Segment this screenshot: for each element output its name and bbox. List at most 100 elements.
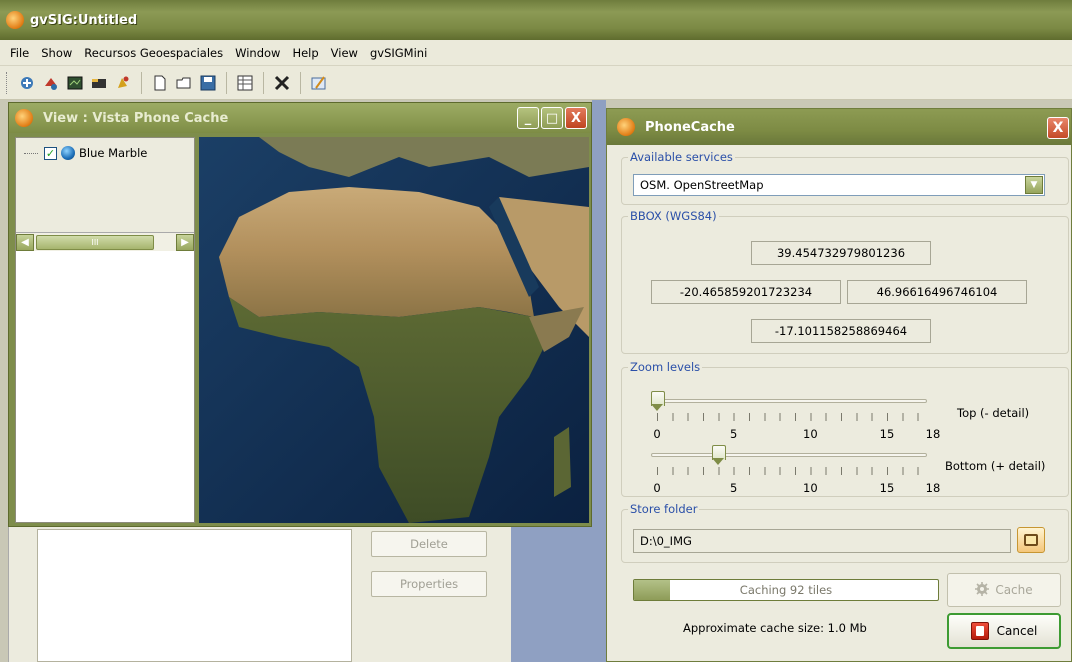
raster-layer-icon bbox=[61, 146, 75, 160]
caching-progress-bar: Caching 92 tiles bbox=[633, 579, 939, 601]
slider-tick-label: 10 bbox=[803, 481, 818, 495]
store-folder-legend: Store folder bbox=[628, 502, 700, 516]
dialog-title: PhoneCache bbox=[645, 119, 735, 135]
toolbar-separator bbox=[141, 71, 142, 94]
menu-help[interactable]: Help bbox=[286, 46, 324, 60]
slider-tick-label: 15 bbox=[879, 481, 895, 495]
delete-button[interactable]: Delete bbox=[371, 531, 487, 557]
slider-tick-label: 0 bbox=[653, 481, 661, 495]
save-icon[interactable] bbox=[198, 73, 218, 93]
store-folder-field[interactable]: D:\0_IMG bbox=[633, 529, 1011, 553]
top-zoom-slider[interactable]: 0 5 10 15 18 bbox=[633, 391, 940, 441]
phonecache-dialog: PhoneCache X Available services OSM. Ope… bbox=[606, 108, 1072, 662]
bottom-detail-label: Bottom (+ detail) bbox=[945, 459, 1046, 473]
view-window-buttons: _ □ X bbox=[517, 107, 587, 129]
services-legend: Available services bbox=[628, 150, 735, 164]
progress-text: Caching 92 tiles bbox=[739, 583, 833, 597]
service-select[interactable]: OSM. OpenStreetMap ▼ bbox=[633, 174, 1045, 196]
slider-thumb[interactable] bbox=[712, 445, 727, 469]
desktop-background bbox=[511, 527, 596, 662]
map-icon[interactable] bbox=[65, 73, 85, 93]
view-title-bar[interactable]: View : Vista Phone Cache _ □ X bbox=[9, 103, 591, 133]
close-view-button[interactable]: X bbox=[565, 107, 587, 129]
gvsig-logo-icon bbox=[6, 11, 24, 29]
toolbar-separator bbox=[300, 71, 301, 94]
menu-view[interactable]: View bbox=[325, 46, 364, 60]
slider-tick-label: 10 bbox=[803, 427, 818, 441]
layers-manager-panel: Delete Properties bbox=[8, 527, 511, 662]
minimize-button[interactable]: _ bbox=[517, 107, 539, 129]
bbox-east-field[interactable]: 46.96616496746104 bbox=[847, 280, 1027, 304]
slider-labels: 0 5 10 15 18 bbox=[653, 481, 940, 495]
view-title: View : Vista Phone Cache bbox=[43, 110, 229, 126]
layer-row-blue-marble[interactable]: ✓ Blue Marble bbox=[24, 146, 147, 160]
toolbar-separator bbox=[263, 71, 264, 94]
top-detail-label: Top (- detail) bbox=[957, 406, 1030, 420]
tree-connector bbox=[24, 152, 38, 154]
scrollbar-thumb[interactable]: III bbox=[36, 234, 154, 250]
add-layer-icon[interactable] bbox=[17, 73, 37, 93]
menu-gvsigmini[interactable]: gvSIGMini bbox=[364, 46, 433, 60]
layer-visibility-checkbox[interactable]: ✓ bbox=[44, 146, 57, 160]
app-title-bar: gvSIG:Untitled bbox=[0, 0, 1072, 40]
menu-file[interactable]: File bbox=[4, 46, 35, 60]
pointer-icon[interactable] bbox=[113, 73, 133, 93]
toolbar-separator bbox=[226, 71, 227, 94]
edit-layer-icon[interactable] bbox=[309, 73, 329, 93]
cancel-icon bbox=[970, 622, 989, 640]
toc-horizontal-scrollbar[interactable]: ◀ III ▶ bbox=[16, 233, 194, 251]
slider-tick-label: 15 bbox=[879, 427, 895, 441]
open-folder-icon[interactable] bbox=[174, 73, 194, 93]
layer-list: ✓ Blue Marble bbox=[16, 138, 194, 233]
scroll-left-icon[interactable]: ◀ bbox=[16, 233, 34, 251]
cancel-button[interactable]: Cancel bbox=[947, 613, 1061, 649]
bbox-west-field[interactable]: -20.465859201723234 bbox=[651, 280, 841, 304]
slider-tick-label: 5 bbox=[729, 427, 738, 441]
cache-button-label: Cache bbox=[995, 583, 1033, 597]
new-document-icon[interactable] bbox=[150, 73, 170, 93]
zoom-levels-legend: Zoom levels bbox=[628, 360, 703, 374]
scrollbar-track[interactable]: III bbox=[34, 234, 176, 251]
gear-icon bbox=[975, 581, 990, 599]
menu-show[interactable]: Show bbox=[35, 46, 78, 60]
scroll-right-icon[interactable]: ▶ bbox=[176, 233, 194, 251]
folder-icon[interactable] bbox=[89, 73, 109, 93]
slider-ticks bbox=[657, 467, 933, 475]
satellite-map-image bbox=[199, 137, 589, 523]
cache-button[interactable]: Cache bbox=[947, 573, 1061, 607]
bbox-south-field[interactable]: -17.101158258869464 bbox=[751, 319, 931, 343]
folder-icon bbox=[1024, 534, 1038, 546]
chevron-down-icon[interactable]: ▼ bbox=[1025, 176, 1043, 194]
map-canvas[interactable] bbox=[199, 137, 589, 523]
toolbar-grip[interactable] bbox=[6, 71, 9, 94]
menu-recursos-geoespaciales[interactable]: Recursos Geoespaciales bbox=[78, 46, 229, 60]
slider-tick-label: 18 bbox=[925, 427, 941, 441]
table-icon[interactable] bbox=[235, 73, 255, 93]
slider-tick-label: 5 bbox=[729, 481, 738, 495]
slider-tick-label: 18 bbox=[925, 481, 941, 495]
view-window: View : Vista Phone Cache _ □ X ✓ Blue Ma… bbox=[8, 102, 592, 527]
bbox-north-field[interactable]: 39.454732979801236 bbox=[751, 241, 931, 265]
dialog-title-bar[interactable]: PhoneCache X bbox=[607, 109, 1071, 145]
menu-bar: File Show Recursos Geoespaciales Window … bbox=[0, 40, 1072, 66]
bbox-legend: BBOX (WGS84) bbox=[628, 209, 719, 223]
table-of-contents: ✓ Blue Marble ◀ III ▶ bbox=[15, 137, 195, 523]
bottom-zoom-slider[interactable]: 0 5 10 15 18 bbox=[633, 445, 940, 495]
cache-size-text: Approximate cache size: 1.0 Mb bbox=[683, 621, 867, 635]
layer-props-icon[interactable] bbox=[41, 73, 61, 93]
menu-window[interactable]: Window bbox=[229, 46, 286, 60]
service-selected-value: OSM. OpenStreetMap bbox=[640, 178, 764, 192]
browse-folder-button[interactable] bbox=[1017, 527, 1045, 553]
close-dialog-button[interactable]: X bbox=[1047, 117, 1069, 139]
layer-name: Blue Marble bbox=[79, 146, 148, 160]
slider-thumb[interactable] bbox=[651, 391, 665, 415]
maximize-button[interactable]: □ bbox=[541, 107, 563, 129]
layers-manager-list[interactable] bbox=[37, 529, 352, 662]
slider-tick-label: 0 bbox=[653, 427, 661, 441]
gvsig-view-icon bbox=[15, 109, 33, 127]
properties-button[interactable]: Properties bbox=[371, 571, 487, 597]
slider-track[interactable] bbox=[651, 453, 927, 457]
slider-track[interactable] bbox=[651, 399, 927, 403]
app-title: gvSIG:Untitled bbox=[30, 12, 138, 28]
tools-icon[interactable] bbox=[272, 73, 292, 93]
